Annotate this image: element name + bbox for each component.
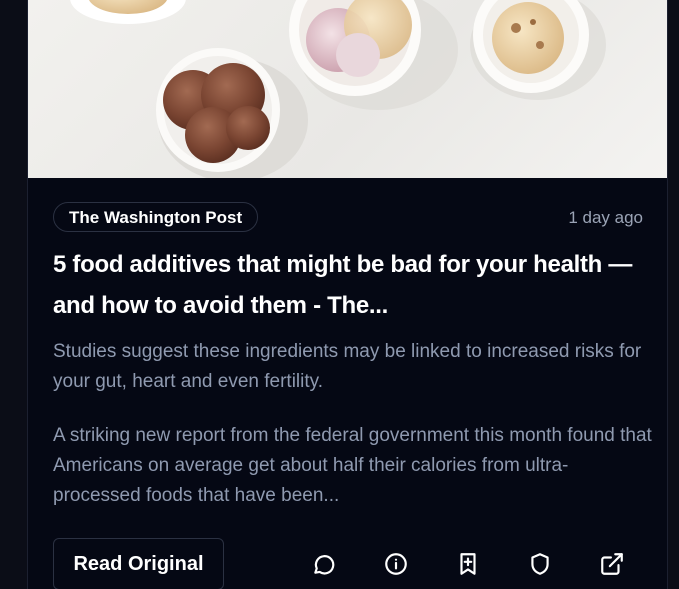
article-hero-image xyxy=(28,0,667,178)
article-card[interactable]: The Washington Post 1 day ago 5 food add… xyxy=(27,0,668,589)
info-icon[interactable] xyxy=(383,551,409,577)
external-link-icon[interactable] xyxy=(599,551,625,577)
comment-icon[interactable] xyxy=(311,551,337,577)
article-excerpt: A striking new report from the federal g… xyxy=(53,425,652,506)
source-badge[interactable]: The Washington Post xyxy=(53,202,259,232)
article-title[interactable]: 5 food additives that might be bad for y… xyxy=(53,244,643,326)
shield-icon[interactable] xyxy=(527,551,553,577)
published-time: 1 day ago xyxy=(568,208,643,227)
article-subtitle: Studies suggest these ingredients may be… xyxy=(53,341,642,392)
bookmark-add-icon[interactable] xyxy=(455,551,481,577)
read-original-button[interactable]: Read Original xyxy=(53,538,224,589)
